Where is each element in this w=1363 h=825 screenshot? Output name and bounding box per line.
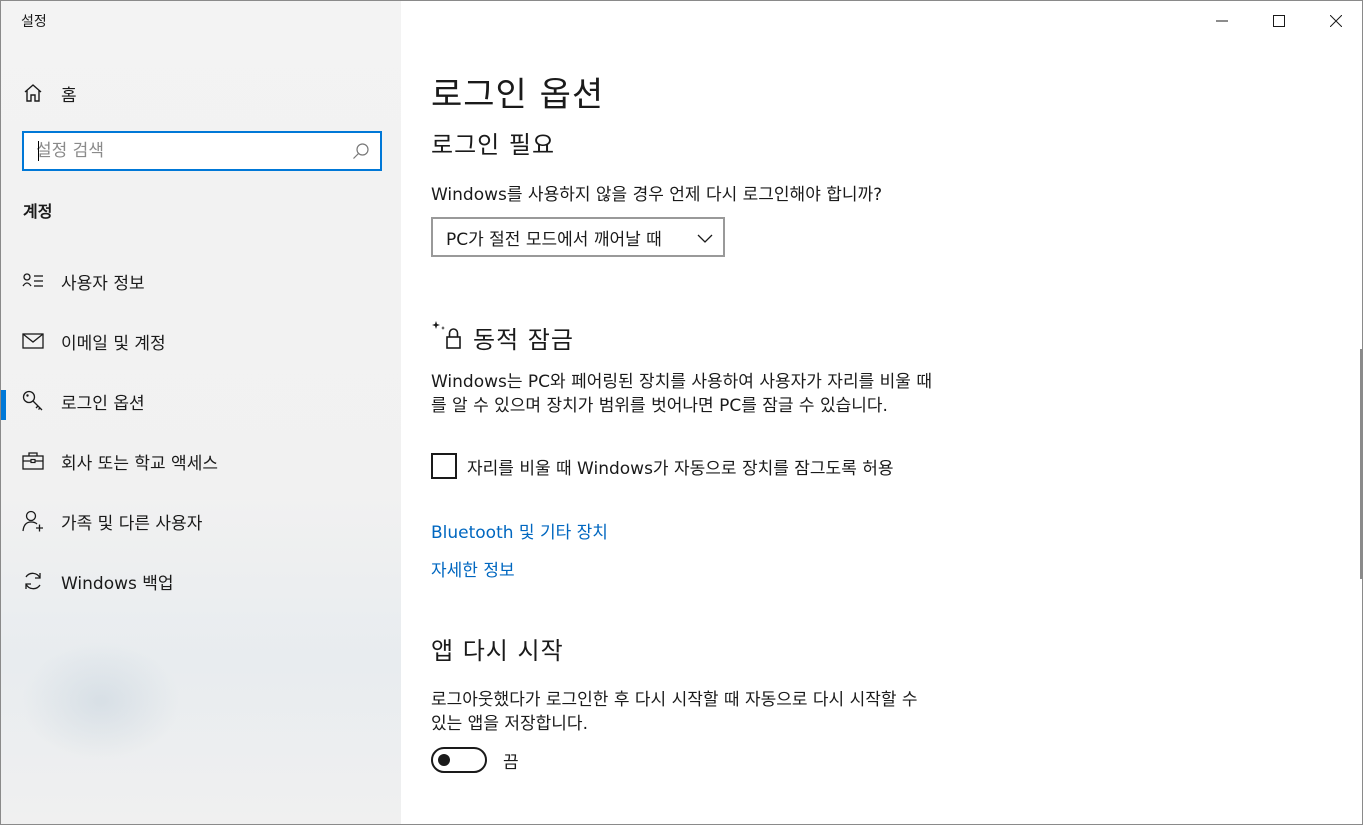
require-signin-heading: 로그인 필요: [431, 131, 556, 159]
dynamic-lock-icon: [431, 319, 463, 355]
settings-window: 설정 홈 계정 사용자 정보: [0, 0, 1363, 825]
sidebar-item-label: Windows 백업: [61, 573, 174, 594]
sidebar-item-label: 로그인 옵션: [61, 393, 145, 414]
window-controls: [1193, 1, 1362, 41]
bluetooth-devices-link[interactable]: Bluetooth 및 기타 장치: [431, 518, 608, 543]
main-content: 로그인 옵션 로그인 필요 Windows를 사용하지 않을 경우 언제 다시 …: [401, 1, 1362, 824]
home-label: 홈: [61, 85, 77, 106]
sidebar-item-family[interactable]: 가족 및 다른 사용자: [1, 491, 401, 551]
sidebar-item-signin-options[interactable]: 로그인 옵션: [1, 371, 401, 431]
dropdown-value: PC가 절전 모드에서 깨어날 때: [446, 229, 662, 250]
sidebar-item-work-school[interactable]: 회사 또는 학교 액세스: [1, 431, 401, 491]
sidebar-item-label: 회사 또는 학교 액세스: [61, 453, 218, 474]
home-icon: [21, 81, 45, 105]
app-title: 설정: [21, 14, 47, 30]
sidebar: 설정 홈 계정 사용자 정보: [1, 1, 401, 824]
minimize-icon: [1215, 12, 1228, 31]
mail-icon: [21, 329, 45, 353]
maximize-button[interactable]: [1250, 1, 1307, 41]
minimize-button[interactable]: [1193, 1, 1250, 41]
page-title: 로그인 옵션: [431, 75, 605, 115]
restart-apps-toggle[interactable]: [431, 747, 487, 773]
dynamic-lock-heading-row: 동적 잠금: [431, 319, 574, 355]
sidebar-item-email[interactable]: 이메일 및 계정: [1, 311, 401, 371]
more-info-link[interactable]: 자세한 정보: [431, 556, 515, 581]
dynamic-lock-heading: 동적 잠금: [473, 325, 574, 354]
home-nav-item[interactable]: 홈: [21, 79, 77, 107]
user-info-icon: [21, 269, 45, 293]
restart-apps-heading: 앱 다시 시작: [431, 637, 564, 665]
signin-required-dropdown[interactable]: PC가 절전 모드에서 깨어날 때: [431, 217, 725, 257]
scrollbar[interactable]: [1360, 349, 1362, 579]
dynamic-lock-checkbox[interactable]: [431, 453, 457, 479]
close-icon: [1329, 12, 1342, 31]
nav-list: 사용자 정보 이메일 및 계정 로그인 옵션 회사 또는 학교 액세스 가족 및…: [1, 251, 401, 611]
toggle-state-label: 끔: [503, 752, 519, 773]
close-button[interactable]: [1307, 1, 1362, 41]
sidebar-item-label: 이메일 및 계정: [61, 333, 166, 354]
restart-apps-toggle-row: 끔: [431, 747, 519, 773]
search-icon[interactable]: [352, 142, 370, 164]
key-icon: [21, 389, 45, 413]
maximize-icon: [1272, 12, 1285, 31]
dynamic-lock-description-1: Windows는 PC와 페어링된 장치를 사용하여 사용자가 자리를 비울 때: [431, 372, 932, 392]
dynamic-lock-checkbox-label[interactable]: 자리를 비울 때 Windows가 자동으로 장치를 잠그도록 허용: [467, 454, 894, 479]
briefcase-icon: [21, 449, 45, 473]
text-caret: [38, 141, 39, 161]
sidebar-item-backup[interactable]: Windows 백업: [1, 551, 401, 611]
sync-icon: [21, 569, 45, 593]
dynamic-lock-checkbox-row[interactable]: 자리를 비울 때 Windows가 자동으로 장치를 잠그도록 허용: [431, 453, 894, 479]
sidebar-item-user-info[interactable]: 사용자 정보: [1, 251, 401, 311]
search-box[interactable]: [22, 131, 382, 171]
restart-apps-description-2: 있는 앱을 저장합니다.: [431, 714, 588, 734]
sidebar-item-label: 사용자 정보: [61, 273, 145, 294]
search-input[interactable]: [36, 136, 346, 166]
sidebar-item-label: 가족 및 다른 사용자: [61, 513, 203, 534]
toggle-knob: [438, 754, 450, 766]
person-add-icon: [21, 509, 45, 533]
dynamic-lock-description-2: 를 알 수 있으며 장치가 범위를 벗어나면 PC를 잠글 수 있습니다.: [431, 396, 888, 416]
require-signin-question: Windows를 사용하지 않을 경우 언제 다시 로그인해야 합니까?: [431, 185, 883, 205]
restart-apps-description-1: 로그아웃했다가 로그인한 후 다시 시작할 때 자동으로 다시 시작할 수: [431, 690, 918, 710]
chevron-down-icon: [697, 230, 713, 250]
section-title: 계정: [23, 202, 53, 221]
